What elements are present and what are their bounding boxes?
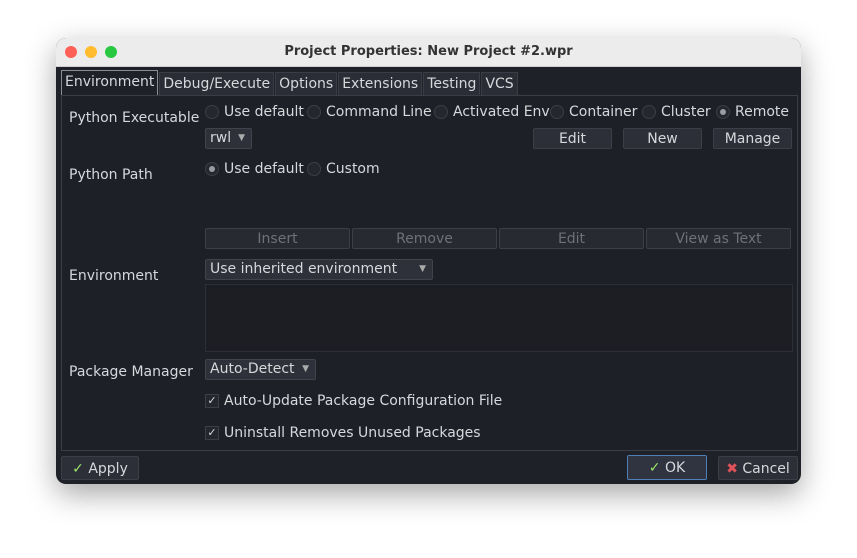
tab-bar: Environment Debug/Execute Options Extens… <box>61 70 519 96</box>
new-remote-button[interactable]: New <box>623 128 702 149</box>
environment-panel: Python Executable Use default Command Li… <box>61 95 798 451</box>
package-manager-label: Package Manager <box>69 364 193 380</box>
tab-debug-execute[interactable]: Debug/Execute <box>159 72 275 96</box>
checkmark-icon: ✓ <box>205 394 219 408</box>
radio-activated-env[interactable]: Activated Env <box>434 104 550 120</box>
insert-button[interactable]: Insert <box>205 228 350 249</box>
environment-mode-select[interactable]: Use inherited environment ▼ <box>205 259 433 280</box>
minimize-window-button[interactable] <box>85 46 97 58</box>
checkmark-icon: ✓ <box>72 461 84 477</box>
checkmark-icon: ✓ <box>205 426 219 440</box>
radio-remote[interactable]: Remote <box>716 104 789 120</box>
x-icon: ✖ <box>726 461 738 477</box>
environment-label: Environment <box>69 268 159 284</box>
chevron-down-icon: ▼ <box>238 133 245 143</box>
tab-vcs[interactable]: VCS <box>481 72 518 96</box>
auto-update-checkbox[interactable]: ✓ Auto-Update Package Configuration File <box>205 393 502 409</box>
window-title: Project Properties: New Project #2.wpr <box>284 44 573 59</box>
radio-use-default[interactable]: Use default <box>205 104 304 120</box>
radio-cluster[interactable]: Cluster <box>642 104 711 120</box>
view-as-text-button[interactable]: View as Text <box>646 228 791 249</box>
tab-environment[interactable]: Environment <box>61 70 159 95</box>
close-window-button[interactable] <box>65 46 77 58</box>
python-executable-label: Python Executable <box>69 110 200 126</box>
package-manager-select[interactable]: Auto-Detect ▼ <box>205 359 316 380</box>
project-properties-dialog: Project Properties: New Project #2.wpr E… <box>56 38 801 484</box>
radio-container[interactable]: Container <box>550 104 637 120</box>
radio-path-custom[interactable]: Custom <box>307 161 380 177</box>
edit-remote-button[interactable]: Edit <box>533 128 612 149</box>
zoom-window-button[interactable] <box>105 46 117 58</box>
tab-testing[interactable]: Testing <box>423 72 481 96</box>
ok-button[interactable]: ✓ OK <box>627 455 707 480</box>
edit-env-button[interactable]: Edit <box>499 228 644 249</box>
radio-path-use-default[interactable]: Use default <box>205 161 304 177</box>
environment-text-area[interactable] <box>205 284 793 352</box>
remote-host-select[interactable]: rwl ▼ <box>205 128 252 149</box>
checkmark-icon: ✓ <box>648 460 661 476</box>
manage-remote-button[interactable]: Manage <box>713 128 792 149</box>
tab-options[interactable]: Options <box>275 72 338 96</box>
uninstall-removes-checkbox[interactable]: ✓ Uninstall Removes Unused Packages <box>205 425 481 441</box>
title-bar: Project Properties: New Project #2.wpr <box>56 38 801 67</box>
apply-button[interactable]: ✓ Apply <box>61 456 139 480</box>
python-path-label: Python Path <box>69 167 153 183</box>
chevron-down-icon: ▼ <box>419 264 426 274</box>
tab-extensions[interactable]: Extensions <box>338 72 423 96</box>
radio-command-line[interactable]: Command Line <box>307 104 432 120</box>
remove-button[interactable]: Remove <box>352 228 497 249</box>
chevron-down-icon: ▼ <box>302 364 309 374</box>
cancel-button[interactable]: ✖ Cancel <box>718 456 798 480</box>
